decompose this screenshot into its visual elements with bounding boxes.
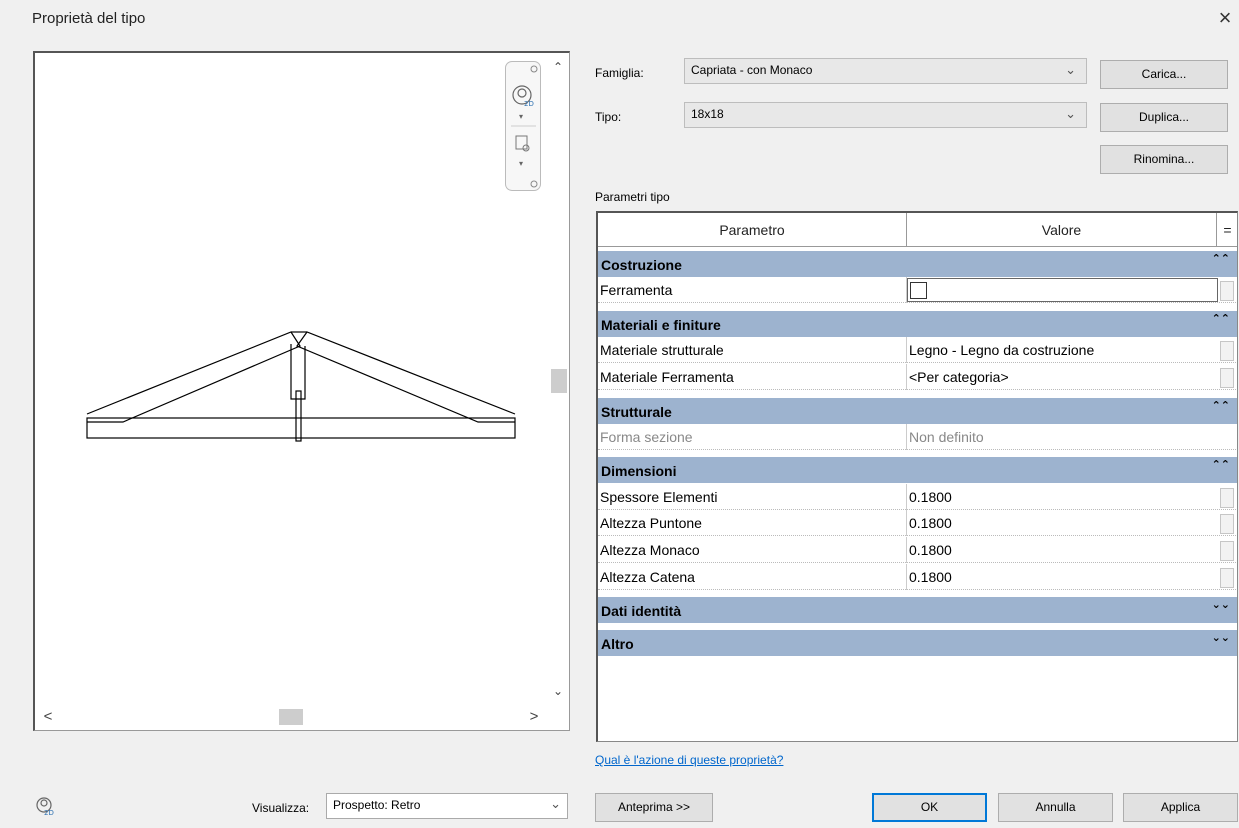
chevron-down-icon: ⌄ xyxy=(550,796,561,811)
view-select[interactable]: Prospetto: Retro ⌄ xyxy=(326,793,568,819)
row-associate-button[interactable] xyxy=(1220,368,1234,388)
param-name: Forma sezione xyxy=(600,424,907,450)
category-dati-identita[interactable]: Dati identità ⌄⌄ xyxy=(598,597,1237,623)
table-row[interactable]: Altezza Monaco 0.1800 xyxy=(598,537,1237,563)
apply-button[interactable]: Applica xyxy=(1123,793,1238,822)
duplicate-button[interactable]: Duplica... xyxy=(1100,103,1228,132)
category-altro[interactable]: Altro ⌄⌄ xyxy=(598,630,1237,656)
row-associate-button[interactable] xyxy=(1220,488,1234,508)
row-associate-button[interactable] xyxy=(1220,281,1234,301)
param-name: Spessore Elementi xyxy=(600,484,907,510)
svg-text:2D: 2D xyxy=(44,809,54,816)
scroll-left-button[interactable]: < xyxy=(37,705,59,729)
truss-preview-drawing xyxy=(86,331,516,442)
svg-text:▾: ▾ xyxy=(519,159,523,168)
param-name: Materiale strutturale xyxy=(600,337,907,363)
type-parameters-label: Parametri tipo xyxy=(595,190,670,204)
horizontal-scroll-thumb[interactable] xyxy=(279,709,303,725)
preview-vertical-scrollbar[interactable]: ⌃ ⌄ xyxy=(547,53,569,705)
vertical-scroll-thumb[interactable] xyxy=(551,369,567,393)
scroll-down-button[interactable]: ⌄ xyxy=(547,681,569,701)
param-name: Altezza Catena xyxy=(600,564,907,590)
collapse-icon[interactable]: ⌃⌃ xyxy=(1212,393,1230,419)
chevron-down-icon: ⌄ xyxy=(1065,106,1076,121)
row-associate-button[interactable] xyxy=(1220,568,1234,588)
dialog-title: Proprietà del tipo xyxy=(32,10,146,27)
expand-icon[interactable]: ⌄⌄ xyxy=(1212,592,1230,618)
load-button[interactable]: Carica... xyxy=(1100,60,1228,89)
table-row[interactable]: Materiale Ferramenta <Per categoria> xyxy=(598,364,1237,390)
preview-pane[interactable]: 2D ▾ ▾ ⌃ ⌄ < > xyxy=(33,51,570,731)
close-button[interactable]: × xyxy=(1214,6,1236,30)
table-row[interactable]: Spessore Elementi 0.1800 xyxy=(598,484,1237,510)
param-value[interactable]: 0.1800 xyxy=(908,564,1217,590)
chevron-down-icon: ⌄ xyxy=(1065,62,1076,77)
type-select[interactable]: 18x18 ⌄ xyxy=(684,102,1087,128)
param-name: Ferramenta xyxy=(600,277,907,303)
category-costruzione[interactable]: Costruzione ⌃⌃ xyxy=(598,251,1237,277)
table-header: Parametro Valore = xyxy=(598,213,1237,247)
family-label: Famiglia: xyxy=(595,66,644,80)
family-select[interactable]: Capriata - con Monaco ⌄ xyxy=(684,58,1087,84)
type-parameters-table[interactable]: Parametro Valore = Costruzione ⌃⌃ Ferram… xyxy=(596,211,1238,742)
view-select-value: Prospetto: Retro xyxy=(333,798,421,812)
param-name: Materiale Ferramenta xyxy=(600,364,907,390)
category-label: Altro xyxy=(601,636,634,652)
param-value[interactable]: 0.1800 xyxy=(908,537,1217,563)
category-materiali-finiture[interactable]: Materiali e finiture ⌃⌃ xyxy=(598,311,1237,337)
category-dimensioni[interactable]: Dimensioni ⌃⌃ xyxy=(598,457,1237,483)
category-strutturale[interactable]: Strutturale ⌃⌃ xyxy=(598,398,1237,424)
zoom-region-icon xyxy=(515,135,530,152)
param-value: Non definito xyxy=(909,429,984,445)
param-value[interactable]: <Per categoria> xyxy=(908,364,1217,390)
view-label: Visualizza: xyxy=(252,801,310,815)
table-row[interactable]: Materiale strutturale Legno - Legno da c… xyxy=(598,337,1237,363)
scroll-up-button[interactable]: ⌃ xyxy=(547,57,569,77)
nav-options-icon xyxy=(530,180,538,188)
rename-button[interactable]: Rinomina... xyxy=(1100,145,1228,174)
category-label: Costruzione xyxy=(601,257,682,273)
param-name: Altezza Puntone xyxy=(600,510,907,536)
category-label: Dimensioni xyxy=(601,463,677,479)
category-label: Strutturale xyxy=(601,404,672,420)
collapse-icon[interactable]: ⌃⌃ xyxy=(1212,246,1230,272)
column-header-eq[interactable]: = xyxy=(1217,213,1237,247)
ok-button[interactable]: OK xyxy=(872,793,987,822)
type-select-value: 18x18 xyxy=(691,107,724,121)
expand-icon[interactable]: ⌄⌄ xyxy=(1212,625,1230,651)
column-header-parameter[interactable]: Parametro xyxy=(598,213,907,247)
preview-horizontal-scrollbar[interactable]: < > xyxy=(35,705,569,729)
table-row[interactable]: Altezza Puntone 0.1800 xyxy=(598,510,1237,536)
param-value[interactable]: 0.1800 xyxy=(908,484,1217,510)
help-link[interactable]: Qual è l'azione di queste proprietà? xyxy=(595,753,783,767)
row-associate-button[interactable] xyxy=(1220,514,1234,534)
param-value[interactable]: Legno - Legno da costruzione xyxy=(908,337,1217,363)
row-associate-button[interactable] xyxy=(1220,341,1234,361)
param-value[interactable]: 0.1800 xyxy=(908,510,1217,536)
collapse-icon[interactable]: ⌃⌃ xyxy=(1212,306,1230,332)
preview-button[interactable]: Anteprima >> xyxy=(595,793,713,822)
row-associate-button[interactable] xyxy=(1220,541,1234,561)
param-name: Altezza Monaco xyxy=(600,537,907,563)
param-value-cell[interactable] xyxy=(907,278,1218,302)
scroll-right-button[interactable]: > xyxy=(523,705,545,729)
column-header-value[interactable]: Valore xyxy=(907,213,1217,247)
table-row[interactable]: Ferramenta xyxy=(598,277,1237,303)
category-label: Dati identità xyxy=(601,603,682,619)
cancel-button[interactable]: Annulla xyxy=(998,793,1113,822)
navigation-bar[interactable]: 2D ▾ ▾ xyxy=(505,61,541,191)
svg-text:2D: 2D xyxy=(524,100,534,108)
svg-text:▾: ▾ xyxy=(519,112,523,121)
type-label: Tipo: xyxy=(595,110,622,124)
table-row: Forma sezione Non definito xyxy=(598,424,1237,450)
family-select-value: Capriata - con Monaco xyxy=(691,63,813,77)
collapse-icon[interactable]: ⌃⌃ xyxy=(1212,452,1230,478)
ferramenta-checkbox[interactable] xyxy=(910,282,927,299)
table-row[interactable]: Altezza Catena 0.1800 xyxy=(598,564,1237,590)
nav-close-icon xyxy=(530,65,538,73)
category-label: Materiali e finiture xyxy=(601,317,721,333)
2d-view-toggle-icon[interactable]: 2D xyxy=(35,796,55,817)
